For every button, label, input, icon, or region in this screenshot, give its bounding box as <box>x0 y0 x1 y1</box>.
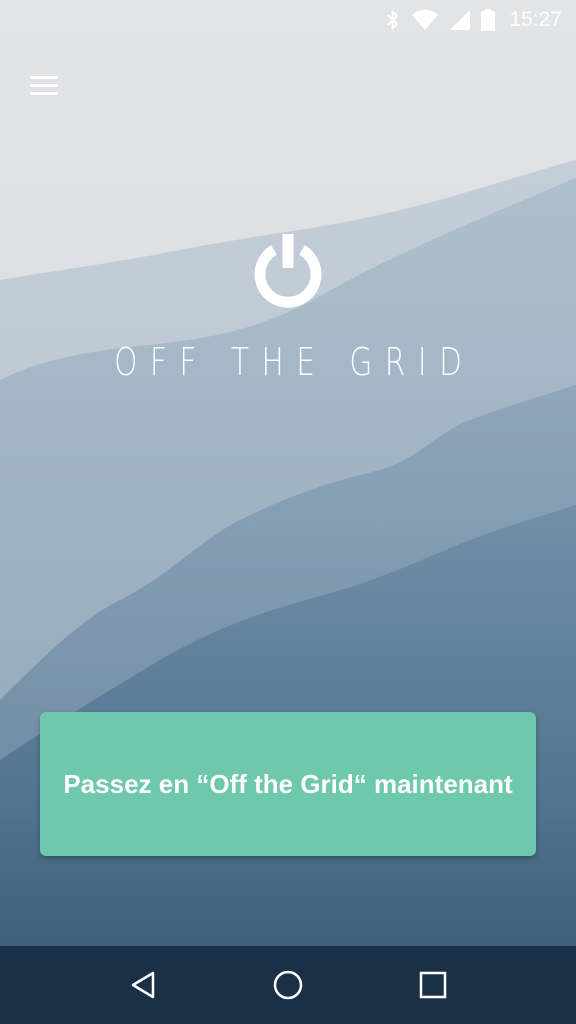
app-logo <box>0 232 576 317</box>
bluetooth-icon <box>387 10 399 30</box>
recents-icon[interactable] <box>413 965 453 1005</box>
wifi-icon <box>412 9 439 30</box>
home-screen: 15:27 OFF THE GRID Passez en “Off the Gr… <box>0 0 576 1024</box>
status-bar: 15:27 <box>0 0 576 40</box>
go-off-grid-button-label: Passez en “Off the Grid“ maintenant <box>63 768 513 799</box>
hamburger-menu-icon[interactable] <box>28 72 62 98</box>
navigation-bar <box>0 946 576 1024</box>
status-clock: 15:27 <box>509 8 562 31</box>
signal-icon <box>450 10 471 30</box>
power-icon <box>254 234 322 308</box>
go-off-grid-button[interactable]: Passez en “Off the Grid“ maintenant <box>40 712 536 856</box>
app-title: OFF THE GRID <box>114 340 475 384</box>
battery-icon <box>481 9 496 31</box>
back-icon[interactable] <box>123 965 163 1005</box>
mountain-background <box>0 0 576 1024</box>
home-icon[interactable] <box>268 965 308 1005</box>
